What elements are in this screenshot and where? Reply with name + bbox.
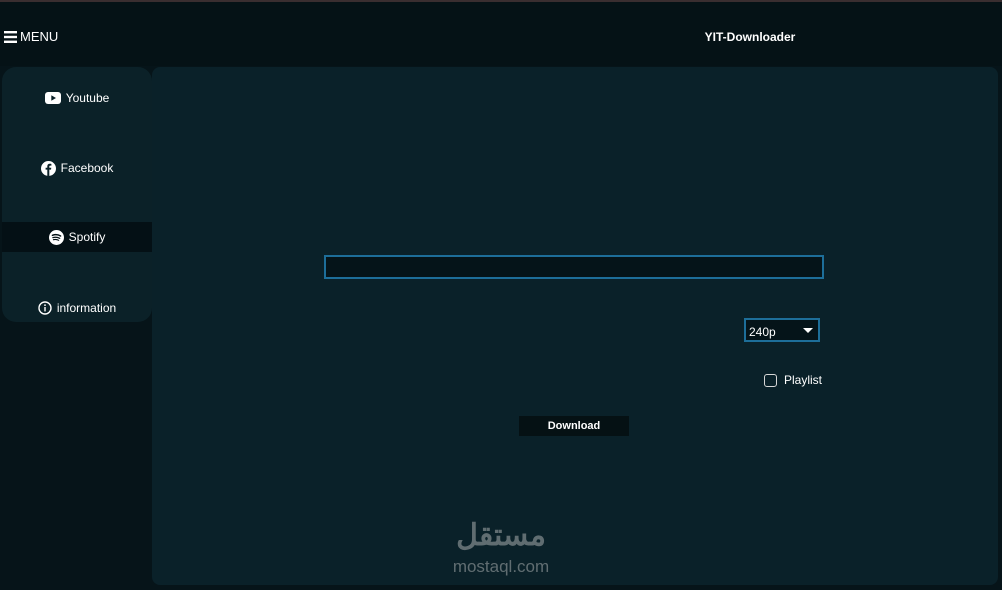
chevron-down-icon <box>803 328 813 333</box>
hamburger-icon <box>4 30 17 43</box>
checkbox-box[interactable] <box>764 373 777 387</box>
sidebar-item-facebook[interactable]: Facebook <box>2 153 152 183</box>
download-button[interactable]: Download <box>519 416 629 436</box>
sidebar-item-label: Facebook <box>60 161 114 175</box>
playlist-checkbox[interactable]: Playlist <box>764 373 822 387</box>
header-bar: MENU YIT-Downloader <box>0 2 1002 66</box>
sidebar-item-information[interactable]: information <box>2 293 152 322</box>
menu-label: MENU <box>20 29 59 44</box>
sidebar-item-youtube[interactable]: Youtube <box>2 83 152 113</box>
app-title: YIT-Downloader <box>704 30 796 44</box>
sidebar-item-label: Spotify <box>68 230 106 244</box>
quality-select[interactable]: 240p <box>744 318 820 342</box>
sidebar: Youtube Facebook Spotify information <box>2 67 152 322</box>
main-panel: 240p Playlist Download <box>152 67 998 585</box>
sidebar-item-label: information <box>56 301 117 315</box>
watermark-logo: مستقل mostaql.com <box>438 517 564 579</box>
playlist-label: Playlist <box>784 373 823 387</box>
sidebar-item-spotify[interactable]: Spotify <box>2 222 152 252</box>
watermark-domain: mostaql.com <box>452 557 550 576</box>
quality-selected-value: 240p <box>749 325 776 339</box>
spotify-icon <box>48 229 64 245</box>
info-icon <box>38 301 52 315</box>
url-input[interactable] <box>324 255 824 279</box>
youtube-icon <box>44 92 61 104</box>
watermark-brand: مستقل <box>456 519 546 552</box>
facebook-icon <box>40 160 56 176</box>
menu-button[interactable]: MENU <box>4 29 58 44</box>
sidebar-item-label: Youtube <box>65 91 110 105</box>
